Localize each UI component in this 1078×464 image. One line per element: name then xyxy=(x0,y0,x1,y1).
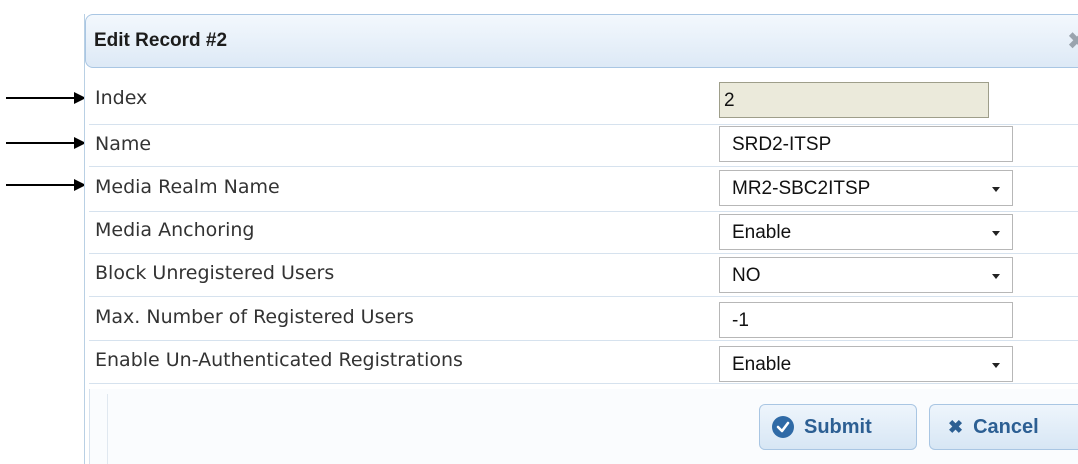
block-unregistered-users-label: Block Unregistered Users xyxy=(95,262,335,284)
submit-button[interactable]: Submit xyxy=(759,404,917,450)
index-value: 2 xyxy=(724,90,735,111)
name-label: Name xyxy=(95,133,152,155)
row-divider xyxy=(89,166,1078,167)
block-unregistered-users-value: NO xyxy=(732,265,761,286)
name-input[interactable]: SRD2-ITSP xyxy=(719,126,1013,162)
check-icon xyxy=(772,416,794,438)
submit-label: Submit xyxy=(804,415,872,438)
chevron-down-icon xyxy=(992,274,1000,279)
row-divider xyxy=(89,253,1078,254)
row-divider xyxy=(89,296,1078,297)
row-divider xyxy=(89,211,1078,212)
index-label: Index xyxy=(95,87,148,109)
annotation-arrow-index-icon xyxy=(6,90,86,106)
chevron-down-icon xyxy=(992,187,1000,192)
footer-divider xyxy=(107,394,108,464)
close-icon[interactable]: ✖ xyxy=(1067,29,1078,53)
row-divider xyxy=(89,340,1078,341)
dialog-title: Edit Record #2 xyxy=(94,30,228,51)
media-realm-name-value: MR2-SBC2ITSP xyxy=(732,178,871,199)
row-divider xyxy=(89,124,1078,125)
annotation-arrow-media-realm-icon xyxy=(6,177,86,193)
cancel-button[interactable]: ✖ Cancel xyxy=(929,404,1078,450)
media-anchoring-value: Enable xyxy=(732,222,792,243)
screenshot-stage: Edit Record #2 ✖ Index 2 Name SRD2-ITSP … xyxy=(0,0,1078,464)
enable-unauth-registrations-value: Enable xyxy=(732,354,792,375)
max-registered-users-input[interactable]: -1 xyxy=(719,302,1013,338)
index-field: 2 xyxy=(719,82,989,118)
row-divider xyxy=(89,383,1078,384)
name-value: SRD2-ITSP xyxy=(732,134,832,155)
cancel-label: Cancel xyxy=(973,415,1039,438)
edit-record-dialog: Edit Record #2 ✖ Index 2 Name SRD2-ITSP … xyxy=(84,14,1078,464)
max-registered-users-label: Max. Number of Registered Users xyxy=(95,306,414,328)
enable-unauth-registrations-select[interactable]: Enable xyxy=(719,346,1013,382)
media-anchoring-select[interactable]: Enable xyxy=(719,214,1013,250)
enable-unauth-registrations-label: Enable Un-Authenticated Registrations xyxy=(95,349,463,371)
max-registered-users-value: -1 xyxy=(732,310,749,331)
chevron-down-icon xyxy=(992,363,1000,368)
media-realm-name-select[interactable]: MR2-SBC2ITSP xyxy=(719,170,1013,206)
block-unregistered-users-select[interactable]: NO xyxy=(719,257,1013,293)
annotation-arrow-name-icon xyxy=(6,135,86,151)
dialog-header: Edit Record #2 ✖ xyxy=(85,14,1078,68)
media-realm-name-label: Media Realm Name xyxy=(95,176,280,198)
chevron-down-icon xyxy=(992,231,1000,236)
close-icon: ✖ xyxy=(948,416,964,437)
media-anchoring-label: Media Anchoring xyxy=(95,219,255,241)
